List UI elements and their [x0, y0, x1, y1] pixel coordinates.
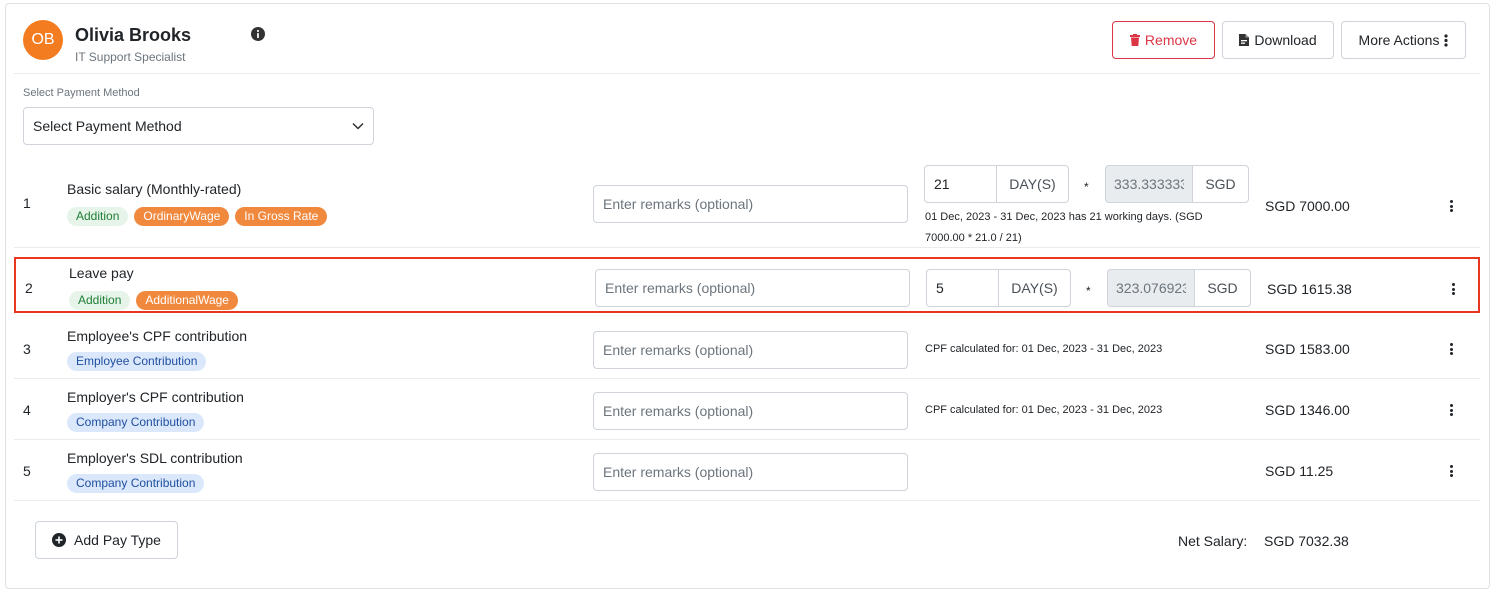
pay-amount: SGD 7000.00 — [1265, 198, 1350, 214]
row-actions-icon[interactable] — [1445, 341, 1457, 357]
badge-addition: Addition — [67, 207, 129, 226]
pdf-file-icon — [1239, 34, 1250, 46]
info-circle-icon[interactable] — [251, 27, 265, 41]
payment-method-value: Select Payment Method — [33, 118, 182, 134]
cpf-note: CPF calculated for: 01 Dec, 2023 - 31 De… — [925, 404, 1163, 416]
plus-circle-icon — [52, 533, 67, 547]
pay-amount: SGD 11.25 — [1265, 463, 1334, 479]
kebab-vertical-icon — [1444, 33, 1449, 47]
badge-additional-wage: AdditionalWage — [136, 291, 238, 310]
pay-type-name: Employee's CPF contribution — [67, 328, 248, 344]
row-index: 1 — [23, 195, 31, 211]
multiply-sign: * — [1086, 284, 1091, 298]
quantity-unit: DAY(S) — [998, 269, 1071, 307]
payment-method-select[interactable]: Select Payment Method — [23, 107, 374, 145]
table-row: 2 Leave pay Addition AdditionalWage DAY(… — [14, 257, 1480, 313]
pay-type-name: Basic salary (Monthly-rated) — [67, 181, 242, 197]
table-row: 4 Employer's CPF contribution Company Co… — [14, 379, 1480, 440]
table-row: 5 Employer's SDL contribution Company Co… — [14, 440, 1480, 501]
table-row: 3 Employee's CPF contribution Employee C… — [14, 318, 1480, 379]
download-label: Download — [1254, 32, 1317, 48]
badge-group: Addition OrdinaryWage In Gross Rate — [67, 207, 328, 226]
net-salary-label: Net Salary: — [1178, 533, 1248, 549]
badge-ordinary-wage: OrdinaryWage — [134, 207, 230, 226]
rate-group: SGD — [1105, 165, 1249, 203]
badge-employee-contribution: Employee Contribution — [67, 352, 207, 371]
rate-group: SGD — [1107, 269, 1251, 307]
employee-name: Olivia Brooks — [75, 25, 192, 45]
avatar: OB — [23, 20, 63, 60]
add-pay-type-button[interactable]: Add Pay Type — [35, 521, 178, 559]
quantity-unit: DAY(S) — [996, 165, 1069, 203]
pay-amount: SGD 1615.38 — [1267, 281, 1352, 297]
badge-group: Company Contribution — [67, 413, 205, 432]
row-actions-icon[interactable] — [1445, 198, 1457, 214]
rate-currency: SGD — [1194, 269, 1251, 307]
employee-header: OB Olivia Brooks IT Support Specialist R… — [14, 4, 1480, 74]
badge-group: Company Contribution — [67, 474, 205, 493]
remarks-input[interactable] — [593, 392, 908, 430]
quantity-input[interactable] — [924, 165, 996, 203]
row-index: 3 — [23, 341, 31, 357]
pay-type-name: Employer's SDL contribution — [67, 450, 243, 466]
quantity-group: DAY(S) — [926, 269, 1071, 307]
payslip-card: OB Olivia Brooks IT Support Specialist R… — [5, 3, 1490, 589]
badge-in-gross-rate: In Gross Rate — [235, 207, 328, 226]
rate-input[interactable] — [1107, 269, 1194, 307]
badge-company-contribution: Company Contribution — [67, 474, 205, 493]
quantity-input[interactable] — [926, 269, 998, 307]
rate-input[interactable] — [1105, 165, 1192, 203]
badge-group: Employee Contribution — [67, 352, 207, 371]
net-salary-value: SGD 7032.38 — [1264, 533, 1349, 549]
cpf-note: CPF calculated for: 01 Dec, 2023 - 31 De… — [925, 343, 1163, 355]
chevron-down-icon — [352, 122, 364, 130]
pay-type-name: Leave pay — [69, 265, 134, 281]
remarks-input[interactable] — [593, 453, 908, 491]
more-actions-button[interactable]: More Actions — [1341, 21, 1466, 59]
remarks-input[interactable] — [593, 331, 908, 369]
remove-button[interactable]: Remove — [1112, 21, 1215, 59]
row-actions-icon[interactable] — [1445, 402, 1457, 418]
pay-amount: SGD 1346.00 — [1265, 402, 1350, 418]
calculation-note: 01 Dec, 2023 - 31 Dec, 2023 has 21 worki… — [925, 211, 1203, 244]
trash-icon — [1129, 34, 1140, 46]
remarks-input[interactable] — [595, 269, 910, 307]
row-index: 4 — [23, 402, 31, 418]
payment-method-label: Select Payment Method — [23, 87, 140, 99]
add-pay-type-label: Add Pay Type — [74, 532, 161, 548]
table-row: 1 Basic salary (Monthly-rated) Addition … — [14, 156, 1480, 248]
more-actions-label: More Actions — [1358, 32, 1440, 48]
badge-group: Addition AdditionalWage — [69, 291, 238, 310]
badge-company-contribution: Company Contribution — [67, 413, 205, 432]
rate-currency: SGD — [1192, 165, 1249, 203]
remove-label: Remove — [1144, 32, 1198, 48]
download-button[interactable]: Download — [1222, 21, 1334, 59]
multiply-sign: * — [1084, 180, 1089, 194]
row-index: 5 — [23, 463, 31, 479]
row-actions-icon[interactable] — [1445, 463, 1457, 479]
remarks-input[interactable] — [593, 185, 908, 223]
row-index: 2 — [25, 280, 33, 296]
row-actions-icon[interactable] — [1447, 281, 1459, 297]
employee-title: IT Support Specialist — [75, 50, 186, 64]
pay-amount: SGD 1583.00 — [1265, 341, 1350, 357]
pay-type-name: Employer's CPF contribution — [67, 389, 244, 405]
quantity-group: DAY(S) — [924, 165, 1069, 203]
badge-addition: Addition — [69, 291, 131, 310]
